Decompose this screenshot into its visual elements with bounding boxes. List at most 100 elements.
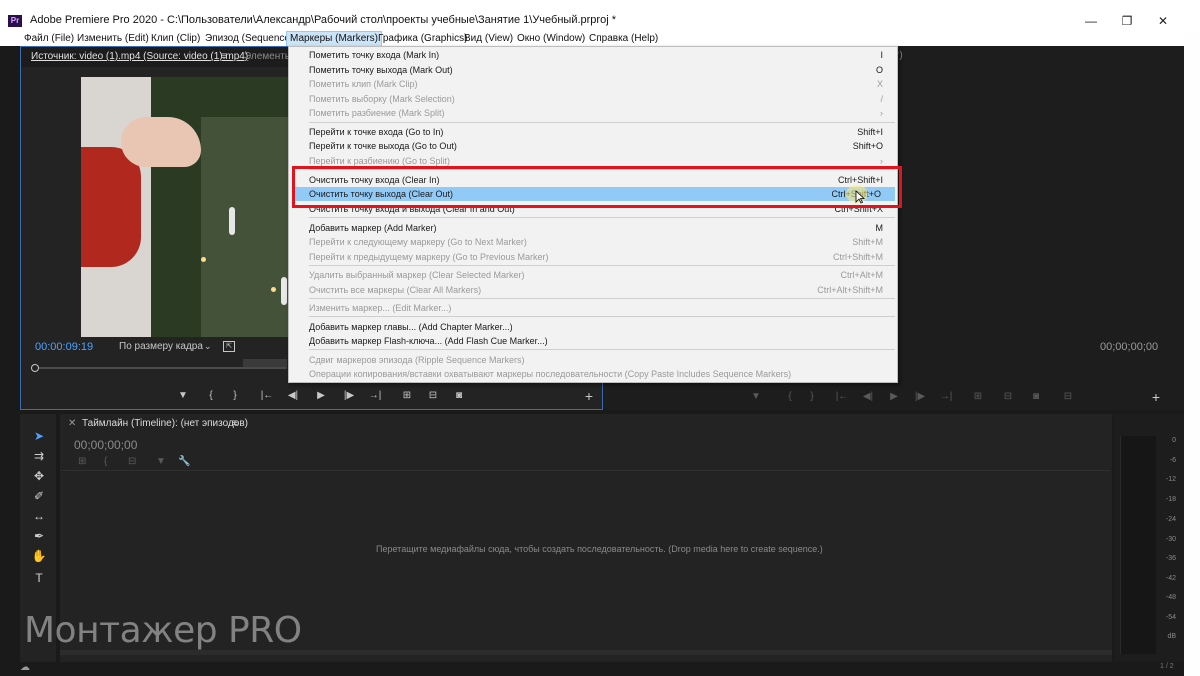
chevron-down-icon[interactable]: ⌄ [204,341,212,352]
menu-item-mark-split: Пометить разбиение (Mark Split) › [309,108,883,118]
ripple-edit-tool-icon[interactable]: ✥ [30,468,48,484]
menu-graphics[interactable]: Графика (Graphics) [375,32,470,46]
track-select-tool-icon[interactable]: ⇉ [30,448,48,464]
add-button-icon[interactable]: + [1148,390,1164,404]
extract-icon[interactable]: ⊟ [1000,390,1016,404]
menu-bar: Файл (File) Изменить (Edit) Клип (Clip) … [0,31,1184,47]
export-frame-icon[interactable]: ◙ [1028,390,1044,404]
menu-window[interactable]: Окно (Window) [514,32,588,46]
close-icon[interactable]: ✕ [68,418,76,429]
mark-in-icon[interactable]: { [782,390,798,404]
razor-tool-icon[interactable]: ✐ [30,488,48,504]
close-button[interactable]: ✕ [1148,12,1178,30]
menu-item-edit-marker: Изменить маркер... (Edit Marker...) [309,303,452,313]
comparison-view-icon[interactable]: ⊟ [1060,390,1076,404]
insert-icon[interactable]: ⊞ [399,389,415,403]
scrubber-track[interactable] [31,367,286,369]
audio-meter-panel: 0 -6 -12 -18 -24 -30 -36 -42 -48 -54 dB [1114,414,1184,662]
timeline-timecode[interactable]: 00;00;00;00 [74,438,137,452]
playhead-handle[interactable] [31,364,39,372]
overwrite-icon[interactable]: ⊟ [425,389,441,403]
meter-label: -24 [1165,516,1176,523]
window-title: Adobe Premiere Pro 2020 - C:\Пользовател… [30,14,616,26]
menu-item-clear-selected-marker: Удалить выбранный маркер (Clear Selected… [309,270,883,280]
tab-timeline[interactable]: Таймлайн (Timeline): (нет эпизодов) [82,418,248,429]
menu-item-mark-out[interactable]: Пометить точку выхода (Mark Out) O [289,63,897,77]
cloud-icon[interactable]: ☁ [20,662,30,673]
menu-item-go-to-in[interactable]: Перейти к точке входа (Go to In) Shift+I [289,125,897,139]
drop-media-message: Перетащите медиафайлы сюда, чтобы создат… [376,544,823,554]
menu-item-mark-selection: Пометить выборку (Mark Selection) / [309,94,883,104]
status-bar: ☁ 1 / 2 [0,662,1184,676]
selection-tool-icon[interactable]: ➤ [30,428,48,444]
panel-menu-icon[interactable]: ≡ [221,51,227,62]
step-forward-icon[interactable]: |▶ [341,389,357,403]
pen-tool-icon[interactable]: ✒ [30,528,48,544]
meter-label: -30 [1165,536,1176,543]
mouse-cursor-icon [855,190,865,204]
menu-view[interactable]: Вид (View) [461,32,516,46]
meter-label: -42 [1165,575,1176,582]
add-marker-icon[interactable]: ▼ [748,390,764,404]
wrench-icon[interactable]: 🔧 [178,456,190,467]
zoom-fit-dropdown[interactable]: По размеру кадра [119,341,203,352]
snap-icon[interactable]: { [104,456,107,467]
video-light [271,287,276,292]
minimize-button[interactable]: — [1076,12,1106,30]
menu-item-go-to-out[interactable]: Перейти к точке выхода (Go to Out) Shift+… [289,139,897,153]
window-edge [1184,32,1200,676]
export-settings-icon[interactable]: ⇱ [223,341,235,352]
menu-file[interactable]: Файл (File) [21,32,77,46]
program-timecode[interactable]: 00;00;00;00 [1100,341,1158,353]
add-marker-icon[interactable]: ▼ [175,389,191,403]
source-scrubber[interactable] [31,364,286,372]
menu-markers[interactable]: Маркеры (Markers) [286,31,382,47]
go-to-in-icon[interactable]: |← [834,390,850,404]
export-frame-icon[interactable]: ◙ [451,389,467,403]
mark-out-icon[interactable]: } [804,390,820,404]
go-to-in-icon[interactable]: |← [259,389,275,403]
menu-help[interactable]: Справка (Help) [586,32,661,46]
watermark-text: Монтажер PRO [24,610,302,651]
step-back-icon[interactable]: ◀| [860,390,876,404]
type-tool-icon[interactable]: T [30,570,48,586]
video-tree-branch [201,117,289,337]
step-back-icon[interactable]: ◀| [285,389,301,403]
add-marker-icon[interactable]: ▼ [156,456,166,467]
add-button-icon[interactable]: + [581,389,597,403]
hand-tool-icon[interactable]: ✋ [30,548,48,564]
lift-icon[interactable]: ⊞ [970,390,986,404]
menu-edit[interactable]: Изменить (Edit) [74,32,152,46]
go-to-out-icon[interactable]: →| [938,390,954,404]
video-hand [121,117,201,167]
title-bar: Pr Adobe Premiere Pro 2020 - C:\Пользова… [0,0,1200,32]
source-video-frame [81,77,289,337]
menu-item-mark-in[interactable]: Пометить точку входа (Mark In) I [289,48,897,62]
menu-item-go-to-next-marker: Перейти к следующему маркеру (Go to Next… [309,237,883,247]
mark-out-icon[interactable]: } [227,389,243,403]
menu-sequence[interactable]: Эпизод (Sequence) [202,32,296,46]
menu-item-add-chapter-marker[interactable]: Добавить маркер главы... (Add Chapter Ma… [289,320,897,334]
meter-label: -18 [1165,496,1176,503]
mark-in-icon[interactable]: { [203,389,219,403]
menu-item-copy-paste-includes-markers: Операции копирования/вставки охватывают … [309,369,792,379]
panel-menu-icon[interactable]: ≡ [232,418,238,429]
source-timecode[interactable]: 00:00:09:19 [35,341,93,353]
maximize-button[interactable]: ❐ [1112,12,1142,30]
tab-source[interactable]: Источник: video (1).mp4 (Source: video (… [31,51,248,62]
step-forward-icon[interactable]: |▶ [912,390,928,404]
meter-label: -48 [1165,594,1176,601]
premiere-app-icon: Pr [8,15,22,27]
play-icon[interactable]: ▶ [886,390,902,404]
linked-selection-icon[interactable]: ⊟ [128,456,136,467]
slip-tool-icon[interactable]: ↔ [30,508,48,524]
nest-icon[interactable]: ⊞ [78,456,86,467]
meter-label: -54 [1165,614,1176,621]
play-icon[interactable]: ▶ [313,389,329,403]
menu-item-add-flash-cue-marker[interactable]: Добавить маркер Flash-ключа... (Add Flas… [289,334,897,348]
go-to-out-icon[interactable]: →| [367,389,383,403]
menu-clip[interactable]: Клип (Clip) [148,32,203,46]
menu-item-add-marker[interactable]: Добавить маркер (Add Marker) M [289,221,897,235]
tab-elements[interactable]: Элементы [244,51,292,62]
video-light [201,257,206,262]
